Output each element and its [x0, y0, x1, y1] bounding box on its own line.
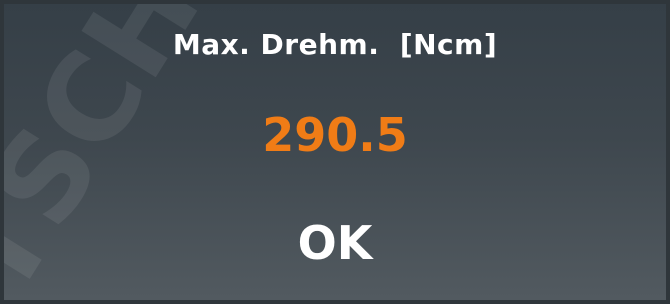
status-indicator: OK: [297, 216, 373, 270]
torque-value: 290.5: [262, 108, 408, 162]
torque-display-screen: TSCH Max. Drehm. [Ncm] 290.5 OK: [0, 0, 670, 304]
max-torque-label: Max. Drehm. [Ncm]: [172, 28, 498, 61]
